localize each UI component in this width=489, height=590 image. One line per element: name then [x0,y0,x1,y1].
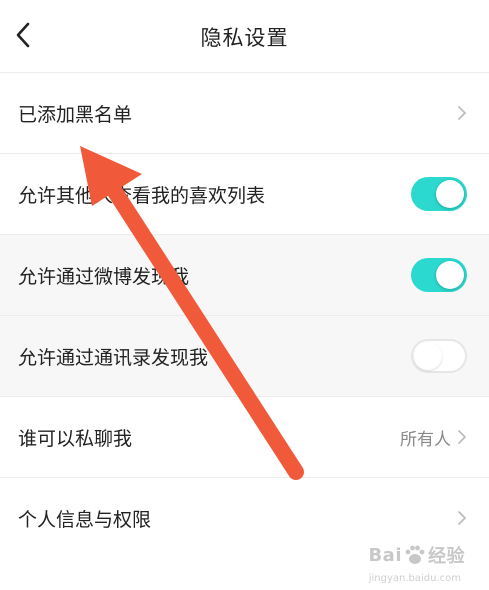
toggle-knob [436,180,464,208]
row-label: 谁可以私聊我 [18,427,133,450]
page-title: 隐私设置 [200,26,289,50]
row-label: 个人信息与权限 [18,508,152,531]
settings-row-blacklist[interactable]: 已添加黑名单 [0,73,489,154]
settings-row-weibo: 允许通过微博发现我 [0,235,489,316]
settings-row-likes-list: 允许其他人查看我的喜欢列表 [0,154,489,235]
toggle-knob [414,342,442,370]
settings-row-private-chat[interactable]: 谁可以私聊我 所有人 [0,397,489,478]
settings-row-contacts: 允许通过通讯录发现我 [0,316,489,397]
top-bar: 隐私设置 [0,0,489,73]
chevron-right-icon [458,511,466,525]
paw-logo-icon [405,545,425,564]
row-label: 允许通过微博发现我 [18,265,190,288]
watermark-text-right: 经验 [428,546,465,567]
toggle-knob [436,261,464,289]
row-label: 允许其他人查看我的喜欢列表 [18,184,266,207]
chevron-right-icon [458,106,466,120]
chevron-right-icon [458,430,466,444]
contacts-toggle[interactable] [411,339,467,373]
baidu-watermark: Bai 经验 [368,542,465,568]
row-label: 允许通过通讯录发现我 [18,346,209,369]
row-label: 已添加黑名单 [18,103,133,126]
likes-list-toggle[interactable] [411,177,467,211]
watermark-text: Bai [368,544,402,566]
watermark-url: jingyan.baidu.com [368,573,461,584]
private-chat-value: 所有人 [400,429,451,450]
weibo-toggle[interactable] [411,258,467,292]
